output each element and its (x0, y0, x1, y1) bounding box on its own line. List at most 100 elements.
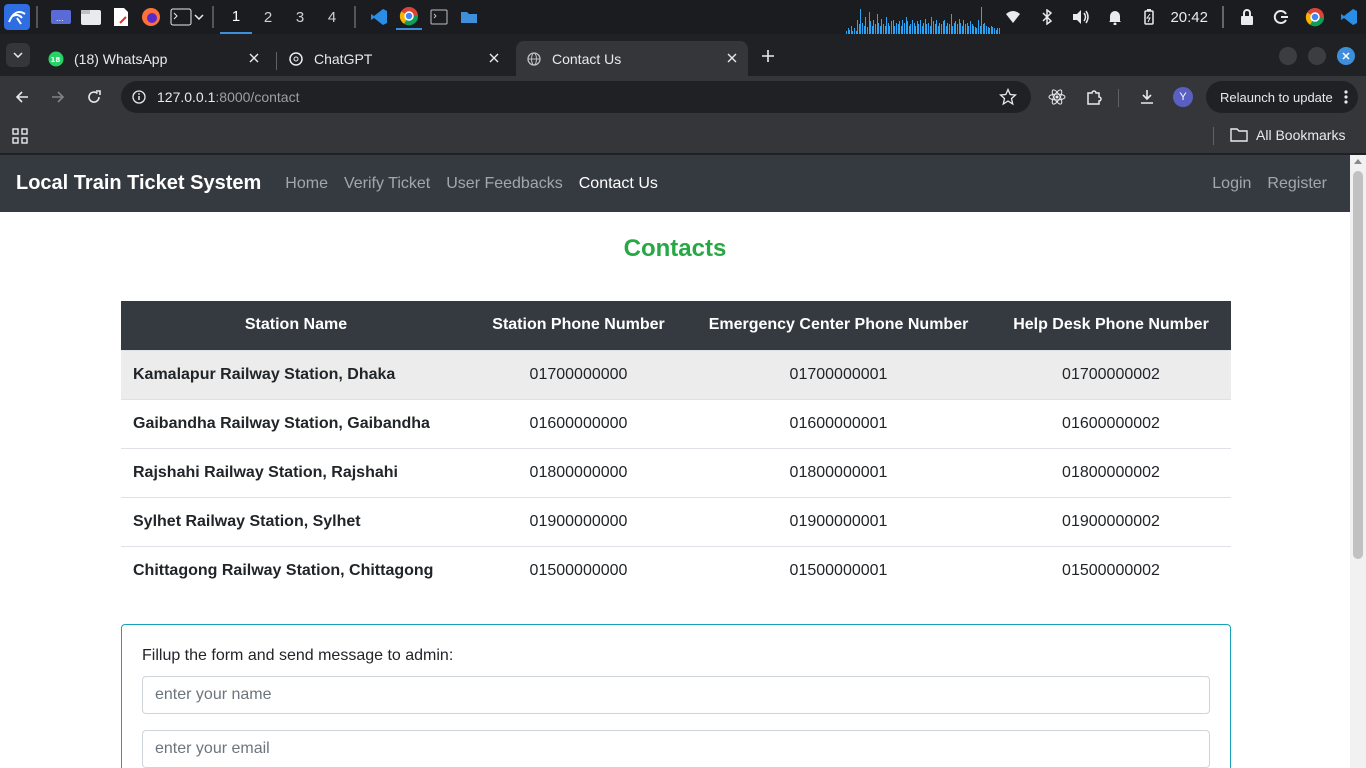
reload-button[interactable] (82, 85, 106, 109)
nav-verify-ticket[interactable]: Verify Ticket (336, 175, 438, 193)
logout-icon[interactable] (1264, 0, 1298, 34)
extensions-puzzle-icon[interactable] (1082, 85, 1106, 109)
firefox-icon[interactable] (138, 4, 164, 30)
close-tab-icon[interactable] (724, 50, 740, 66)
workspace-2[interactable]: 2 (252, 0, 284, 34)
relaunch-to-update-button[interactable]: Relaunch to update (1206, 81, 1358, 113)
vscode-icon[interactable] (366, 4, 392, 30)
all-bookmarks-button[interactable]: All Bookmarks (1230, 127, 1345, 143)
activity-bar (903, 23, 905, 34)
downloads-icon[interactable] (1135, 85, 1159, 109)
terminal-icon[interactable] (168, 4, 194, 30)
svg-text:...: ... (56, 14, 64, 23)
emergency-phone-cell: 01900000001 (686, 496, 991, 546)
nav-user-feedbacks[interactable]: User Feedbacks (438, 175, 571, 193)
text-editor-icon[interactable] (108, 4, 134, 30)
activity-bar (911, 20, 913, 34)
site-brand[interactable]: Local Train Ticket System (16, 172, 261, 195)
activity-bar (968, 26, 969, 34)
tab-contact-us[interactable]: Contact Us (516, 41, 748, 76)
column-header-helpdesk-phone: Help Desk Phone Number (991, 301, 1231, 350)
activity-bar (981, 7, 982, 34)
activity-bar (868, 12, 870, 34)
nav-contact-us[interactable]: Contact Us (571, 175, 666, 193)
tab-whatsapp[interactable]: 18 (18) WhatsApp (38, 41, 270, 76)
browser-toolbar: 127.0.0.1:8000/contact Y Relaunch to upd… (0, 76, 1366, 118)
volume-icon[interactable] (1064, 0, 1098, 34)
activity-bar (969, 21, 971, 34)
lock-icon[interactable] (1230, 0, 1264, 34)
helpdesk-phone-cell: 01700000002 (991, 349, 1231, 399)
close-tab-icon[interactable] (486, 50, 502, 66)
workspace-1[interactable]: 1 (220, 0, 252, 34)
helpdesk-phone-cell: 01900000002 (991, 496, 1231, 546)
table-row: Chittagong Railway Station, Chittagong 0… (121, 545, 1231, 595)
page-title: Contacts (623, 235, 727, 262)
activity-bar (979, 26, 981, 34)
workspace-3[interactable]: 3 (284, 0, 316, 34)
kebab-menu-icon[interactable] (1344, 89, 1348, 108)
battery-icon[interactable] (1132, 0, 1166, 34)
nav-register[interactable]: Register (1259, 175, 1335, 193)
station-phone-cell: 01500000000 (471, 545, 686, 595)
scroll-up-arrow-icon[interactable] (1354, 159, 1362, 164)
activity-bar (971, 24, 973, 34)
close-tab-icon[interactable] (246, 50, 262, 66)
workspace-4[interactable]: 4 (316, 0, 348, 34)
email-input[interactable] (142, 730, 1210, 768)
form-instruction-label: Fillup the form and send message to admi… (142, 647, 454, 664)
nav-home[interactable]: Home (277, 175, 336, 193)
tab-title: (18) WhatsApp (74, 50, 168, 67)
site-info-icon[interactable] (131, 89, 147, 105)
page-scrollbar[interactable] (1350, 155, 1366, 768)
wifi-icon[interactable] (996, 0, 1030, 34)
activity-bar (926, 24, 928, 34)
forward-button[interactable] (46, 85, 70, 109)
chrome-taskbar-icon[interactable] (396, 4, 422, 30)
bluetooth-icon[interactable] (1030, 0, 1064, 34)
toolbar-separator (1118, 89, 1119, 107)
taskbar-separator (212, 6, 214, 28)
activity-bar (952, 26, 953, 34)
kali-menu-icon[interactable] (4, 4, 30, 30)
close-window-button[interactable] (1337, 47, 1355, 65)
notifications-bell-icon[interactable] (1098, 0, 1132, 34)
desktop-icon[interactable]: ... (48, 4, 74, 30)
vscode-tray-icon[interactable] (1332, 0, 1366, 34)
activity-bar (899, 21, 900, 34)
maximize-window-button[interactable] (1308, 47, 1326, 65)
activity-bar (892, 20, 894, 34)
all-bookmarks-label: All Bookmarks (1256, 127, 1346, 143)
nav-login[interactable]: Login (1204, 175, 1259, 193)
name-input[interactable] (142, 676, 1210, 714)
os-taskbar: ... 1 2 3 4 20:42 (0, 0, 1366, 34)
react-devtools-icon[interactable] (1045, 85, 1069, 109)
network-activity-graph (846, 4, 1000, 34)
svg-text:18: 18 (51, 56, 61, 64)
tab-chatgpt[interactable]: ChatGPT (278, 41, 510, 76)
chevron-down-icon[interactable] (194, 14, 206, 20)
terminal-window-icon[interactable] (426, 4, 452, 30)
column-header-emergency-phone: Emergency Center Phone Number (686, 301, 991, 350)
clock[interactable]: 20:42 (1166, 9, 1216, 26)
activity-bar (965, 24, 966, 34)
activity-bar (910, 24, 911, 34)
minimize-window-button[interactable] (1279, 47, 1297, 65)
helpdesk-phone-cell: 01500000002 (991, 545, 1231, 595)
activity-bar (961, 26, 963, 34)
new-tab-button[interactable] (756, 44, 780, 68)
activity-bar (918, 24, 920, 34)
activity-bar (902, 20, 903, 34)
back-button[interactable] (10, 85, 34, 109)
activity-bar (905, 17, 907, 34)
scrollbar-thumb[interactable] (1353, 171, 1363, 559)
profile-avatar[interactable]: Y (1173, 87, 1193, 107)
chrome-tray-icon[interactable] (1298, 0, 1332, 34)
address-bar[interactable]: 127.0.0.1:8000/contact (121, 81, 1031, 113)
bookmark-star-icon[interactable] (998, 87, 1018, 111)
folder-icon[interactable] (456, 4, 482, 30)
tab-search-button[interactable] (6, 43, 30, 67)
file-manager-icon[interactable] (78, 4, 104, 30)
apps-grid-icon[interactable] (12, 128, 28, 149)
activity-bar (871, 26, 873, 34)
